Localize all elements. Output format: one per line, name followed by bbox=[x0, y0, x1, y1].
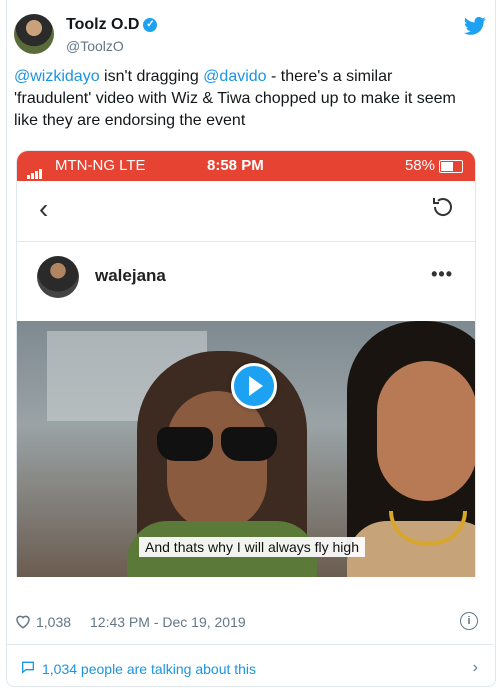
mention-wizkidayo[interactable]: @wizkidayo bbox=[14, 68, 100, 85]
like-count[interactable]: 1,038 bbox=[36, 614, 71, 630]
battery-label: 58% bbox=[404, 157, 435, 174]
post-avatar bbox=[37, 256, 79, 298]
mention-davido[interactable]: @davido bbox=[203, 68, 266, 85]
person-right-face bbox=[377, 361, 475, 501]
author-name[interactable]: Toolz O.D ✓ bbox=[66, 16, 158, 34]
tweet-timestamp[interactable]: 12:43 PM - Dec 19, 2019 bbox=[90, 614, 246, 630]
battery-icon bbox=[439, 160, 463, 173]
heart-icon[interactable] bbox=[14, 612, 32, 630]
divider bbox=[7, 644, 493, 645]
person-left-face bbox=[167, 391, 267, 531]
verified-icon: ✓ bbox=[143, 17, 158, 32]
status-time: 8:58 PM bbox=[207, 157, 264, 174]
sunglasses bbox=[157, 427, 277, 461]
author-avatar[interactable] bbox=[14, 14, 54, 54]
play-icon[interactable] bbox=[231, 363, 277, 409]
back-arrow-icon: ‹ bbox=[39, 193, 49, 224]
info-icon[interactable]: i bbox=[460, 612, 478, 630]
post-username: walejana bbox=[95, 266, 166, 285]
tweet-text-part: isn't dragging bbox=[99, 68, 204, 85]
carrier-label: MTN-NG LTE bbox=[55, 157, 146, 174]
chevron-right-icon[interactable]: › bbox=[473, 659, 478, 677]
video-subtitle: And thats why I will always fly high bbox=[139, 537, 365, 557]
post-header: walejana ••• bbox=[17, 242, 475, 312]
video-frame[interactable]: And thats why I will always fly high bbox=[17, 321, 475, 577]
tweet-stats: 1,038 12:43 PM - Dec 19, 2019 i bbox=[14, 612, 478, 632]
author-handle[interactable]: @ToolzO bbox=[66, 38, 124, 54]
author-name-text[interactable]: Toolz O.D bbox=[66, 16, 139, 33]
twitter-bird-icon[interactable] bbox=[464, 16, 486, 36]
tweet-media[interactable]: MTN-NG LTE 8:58 PM 58% ‹ walejana ••• An… bbox=[16, 150, 476, 577]
speech-bubble-icon bbox=[22, 661, 34, 674]
phone-navbar: ‹ bbox=[17, 181, 475, 242]
phone-statusbar: MTN-NG LTE 8:58 PM 58% bbox=[17, 151, 475, 181]
signal-icon bbox=[27, 162, 43, 179]
tweet-header: Toolz O.D ✓ @ToolzO bbox=[14, 14, 486, 58]
tweet-text: @wizkidayo isn't dragging @davido - ther… bbox=[14, 66, 474, 132]
conversation-label[interactable]: 1,034 people are talking about this bbox=[42, 661, 256, 677]
reload-icon bbox=[433, 198, 452, 216]
more-options-icon: ••• bbox=[431, 264, 453, 284]
